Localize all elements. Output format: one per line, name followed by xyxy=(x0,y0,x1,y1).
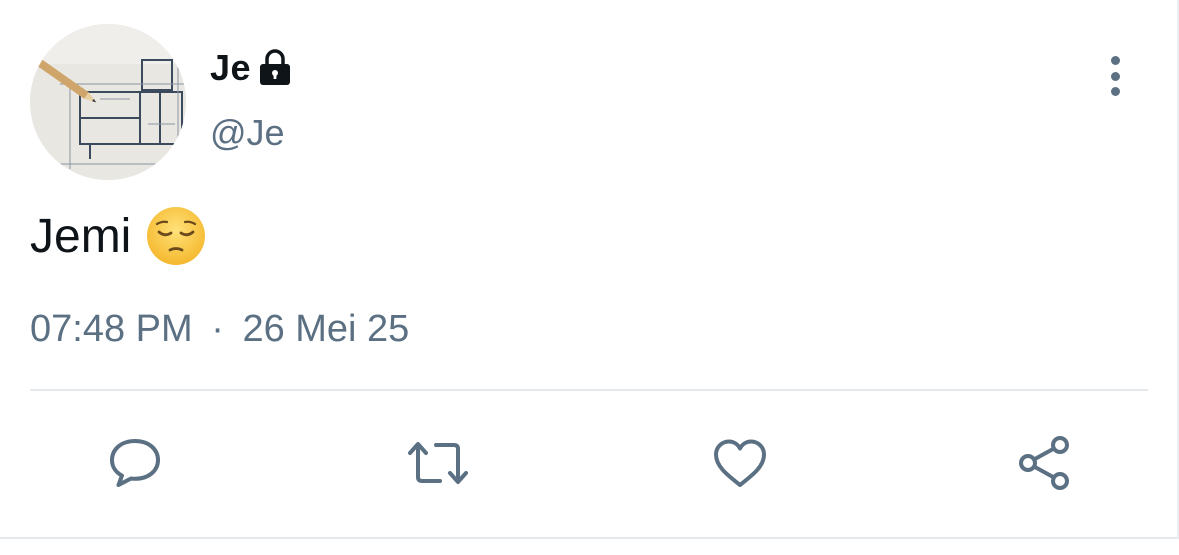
floor-plan-avatar-image xyxy=(30,24,186,180)
reply-button[interactable] xyxy=(100,430,170,496)
more-vertical-icon-dot xyxy=(1110,71,1120,81)
lock-icon xyxy=(255,48,295,88)
more-vertical-icon-dot xyxy=(1110,87,1120,96)
share-button[interactable] xyxy=(1008,430,1078,496)
timestamp[interactable]: 07:48 PM · 26 Mei 25 xyxy=(30,308,409,351)
author-row[interactable]: Je xyxy=(210,44,295,92)
author-handle[interactable]: @Je xyxy=(210,112,285,154)
heart-icon xyxy=(714,439,766,487)
card-bottom-edge xyxy=(0,537,1179,555)
more-options-button[interactable] xyxy=(1095,52,1135,100)
retweet-button[interactable] xyxy=(403,430,473,496)
timestamp-separator: · xyxy=(211,308,224,350)
avatar[interactable] xyxy=(30,24,186,180)
tweet-date: 26 Mei 25 xyxy=(242,308,410,350)
tweet-text: Jemi xyxy=(30,205,207,267)
more-vertical-icon xyxy=(1110,56,1120,65)
reply-icon xyxy=(110,439,160,487)
display-name[interactable]: Je xyxy=(210,47,251,89)
pensive-face-emoji xyxy=(145,205,207,267)
divider xyxy=(30,389,1148,391)
tweet-text-content: Jemi xyxy=(30,209,132,263)
tweet-card: Je @Je Jemi 07:48 PM · 26 Mei 25 xyxy=(0,0,1179,555)
retweet-icon xyxy=(408,442,468,484)
tweet-time: 07:48 PM xyxy=(30,308,193,350)
like-button[interactable] xyxy=(705,430,775,496)
share-icon xyxy=(1019,436,1069,490)
